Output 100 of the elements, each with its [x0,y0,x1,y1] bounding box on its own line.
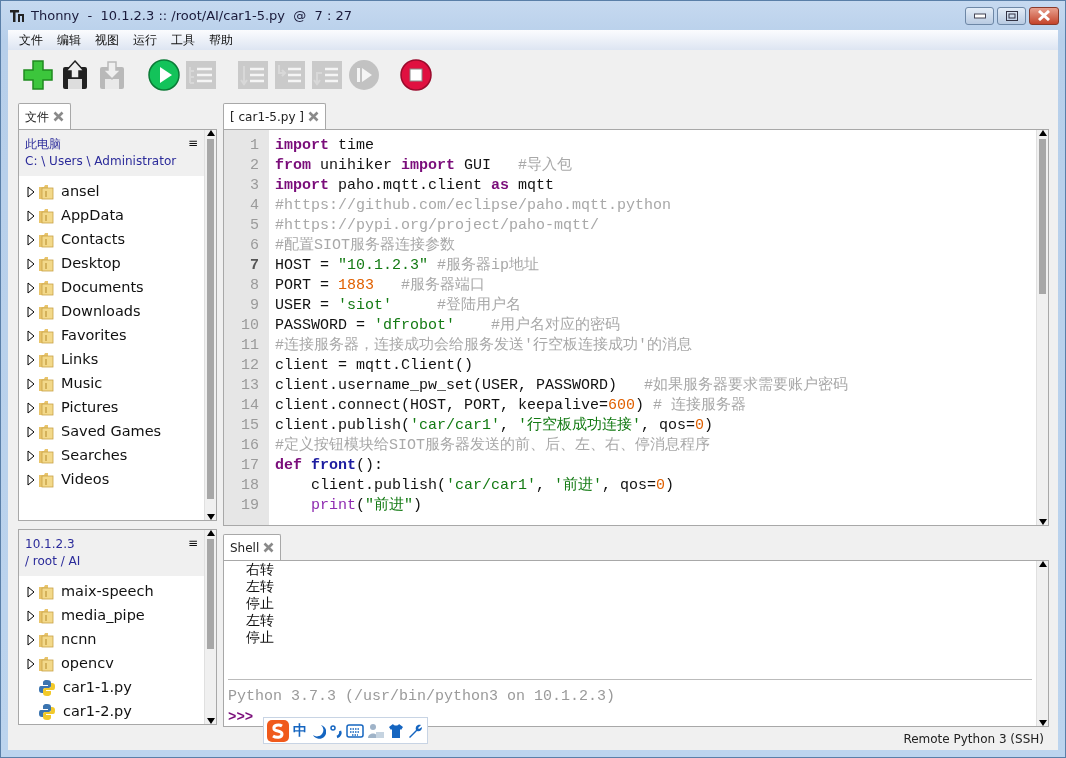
punctuation-icon[interactable] [329,722,343,739]
expand-triangle-icon[interactable] [27,402,35,414]
folder-icon [38,472,54,488]
file-tree-item[interactable]: car1-2.py [19,700,204,724]
file-tree-item[interactable]: Music [19,372,204,396]
arrow-up-icon[interactable] [206,130,215,136]
file-tree-item[interactable]: Contacts [19,228,204,252]
close-icon[interactable] [308,111,319,122]
code-line: PORT = 1883 #服务器端口 [275,276,487,296]
maximize-icon[interactable] [1005,10,1018,21]
toolbar-button[interactable] [400,58,432,92]
file-tree-item[interactable]: AppData [19,204,204,228]
close-icon[interactable] [53,111,64,122]
expand-triangle-icon[interactable] [27,610,35,622]
menu-button[interactable]: ≡ [187,534,198,552]
file-tree-item[interactable]: ansel [19,180,204,204]
menu-item[interactable]: 工具 [164,30,202,50]
expand-triangle-icon[interactable] [27,210,35,222]
location-title: 此电脑 [25,136,61,153]
file-tree-item[interactable]: opencv [19,652,204,676]
expand-triangle-icon[interactable] [27,634,35,646]
file-tree-item[interactable]: Desktop [19,252,204,276]
expand-triangle-icon[interactable] [27,186,35,198]
menu-item[interactable]: 视图 [88,30,126,50]
file-tree-item[interactable]: maix-speech [19,580,204,604]
menu-item[interactable]: 帮助 [202,30,240,50]
file-tree-item[interactable]: ncnn [19,628,204,652]
path-label: C: \ Users \ Administrator [25,153,177,170]
scrollbar[interactable] [204,530,216,724]
file-tree-item[interactable]: Links [19,348,204,372]
expand-triangle-icon[interactable] [27,450,35,462]
expand-triangle-icon[interactable] [27,282,35,294]
file-tree-item[interactable]: Documents [19,276,204,300]
expand-triangle-icon[interactable] [27,586,35,598]
arrow-up-icon[interactable] [1038,561,1047,567]
arrow-down-icon[interactable] [206,718,215,724]
file-tree-item[interactable]: Saved Games [19,420,204,444]
line-number: 17 [240,456,260,476]
input-mode-toggle[interactable]: 中 [293,720,307,741]
code-line: import time [275,136,376,156]
ime-logo-icon[interactable] [266,718,290,743]
minimize-icon[interactable] [973,12,986,19]
file-tree-item[interactable]: Favorites [19,324,204,348]
arrow-down-icon[interactable] [1038,720,1047,726]
menu-item[interactable]: 文件 [12,30,50,50]
code-line: import paho.mqtt.client as mqtt [275,176,556,196]
code-line: client.publish('car/car1', '前进', qos=0) [310,476,676,496]
wrench-icon[interactable] [407,722,423,739]
file-tree-item[interactable]: media_pipe [19,604,204,628]
moon-icon[interactable] [310,722,326,739]
close-icon[interactable] [263,542,275,553]
scrollbar-thumb[interactable] [1039,139,1046,294]
expand-triangle-icon[interactable] [27,378,35,390]
arrow-up-icon[interactable] [1038,130,1047,136]
folder-icon [38,208,54,224]
line-number: 12 [240,356,260,376]
expand-triangle-icon[interactable] [27,354,35,366]
line-number: 5 [249,216,260,236]
expand-triangle-icon[interactable] [27,258,35,270]
arrow-up-icon[interactable] [206,530,215,536]
code-line: client.publish('car/car1', '行空板成功连接', qos=0) [275,416,715,436]
arrow-down-icon[interactable] [1038,519,1047,525]
menu-item[interactable]: 运行 [126,30,164,50]
expand-triangle-icon[interactable] [27,474,35,486]
expand-triangle-icon[interactable] [27,306,35,318]
menu-button[interactable]: ≡ [187,134,198,152]
scrollbar-thumb[interactable] [207,539,214,649]
shirt-icon[interactable] [388,722,404,739]
minimize-button[interactable] [965,6,994,25]
arrow-down-icon[interactable] [206,514,215,520]
expand-triangle-icon[interactable] [27,234,35,246]
editor-tab[interactable]: [ car1-5.py ] [223,103,326,129]
scrollbar-thumb[interactable] [207,139,214,499]
file-tree-item[interactable]: Searches [19,444,204,468]
file-tree-item[interactable]: Pictures [19,396,204,420]
folder-icon [38,424,54,440]
file-tree-item[interactable]: Downloads [19,300,204,324]
menu-item[interactable]: 编辑 [50,30,88,50]
maximize-button[interactable] [997,6,1026,25]
resume-icon [348,59,380,91]
code-line: client = mqtt.Client() [275,356,475,376]
scrollbar[interactable] [1036,561,1048,726]
file-tree-item[interactable]: car1-1.py [19,676,204,700]
folder-icon [38,304,54,320]
code-line: PASSWORD = 'dfrobot' #用户名对应的密码 [275,316,622,336]
line-number: 11 [240,336,260,356]
files-tab[interactable]: 文件 [18,103,71,129]
line-number: 10 [240,316,260,336]
shell-tab[interactable]: Shell [223,534,282,560]
expand-triangle-icon[interactable] [27,658,35,670]
expand-triangle-icon[interactable] [27,330,35,342]
code-line: #配置SIOT服务器连接参数 [275,236,456,256]
python-file-icon [38,679,56,697]
folder-icon [38,608,54,624]
keyboard-icon[interactable] [346,723,364,738]
file-tree-item[interactable]: Videos [19,468,204,492]
scrollbar[interactable] [204,130,216,520]
expand-triangle-icon[interactable] [27,426,35,438]
scrollbar[interactable] [1036,130,1048,525]
close-button[interactable] [1029,6,1059,25]
